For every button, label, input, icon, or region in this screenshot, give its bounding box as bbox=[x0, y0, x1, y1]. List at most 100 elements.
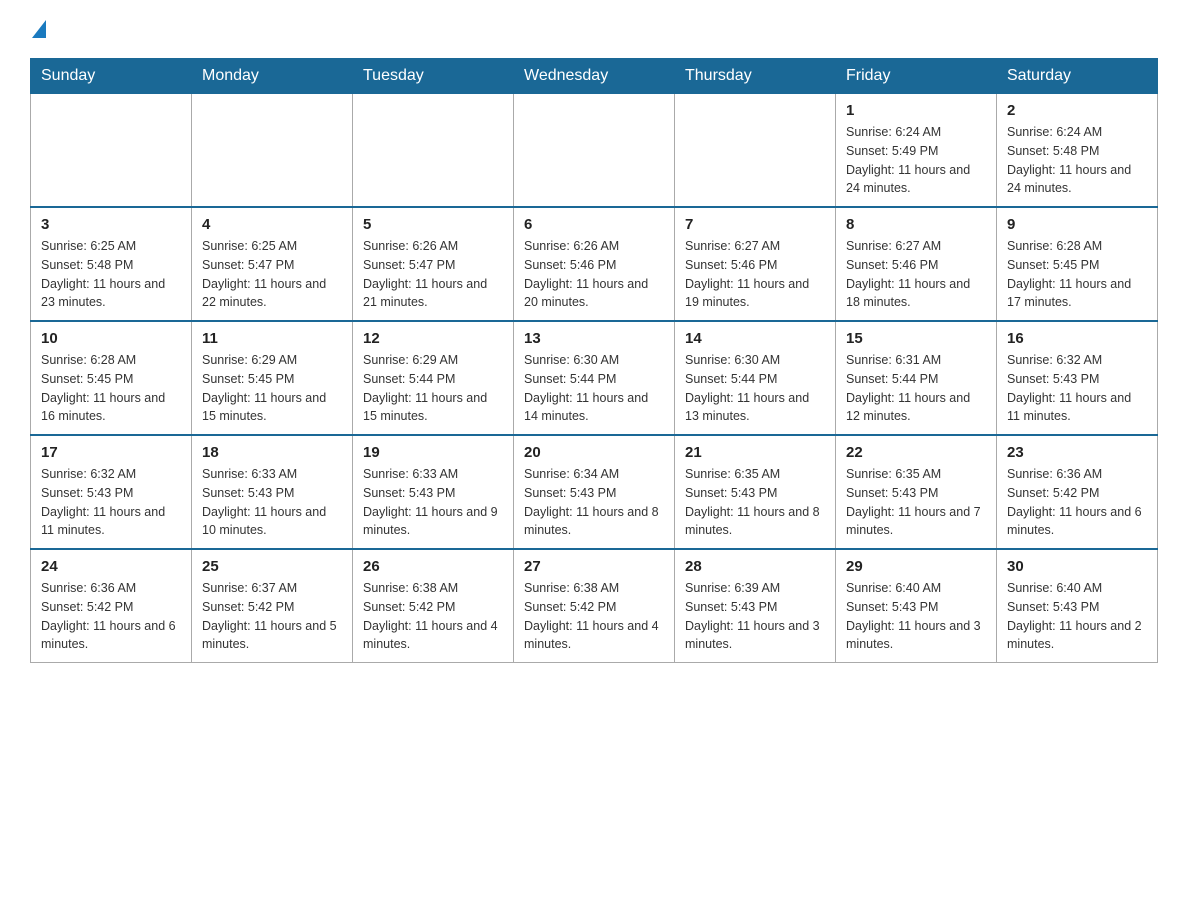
calendar-cell: 25 Sunrise: 6:37 AM Sunset: 5:42 PM Dayli… bbox=[192, 549, 353, 663]
day-info: Sunrise: 6:26 AM Sunset: 5:47 PM Dayligh… bbox=[363, 237, 503, 312]
calendar-week-row: 17 Sunrise: 6:32 AM Sunset: 5:43 PM Dayli… bbox=[31, 435, 1158, 549]
day-number: 30 bbox=[1007, 558, 1147, 575]
day-info: Sunrise: 6:40 AM Sunset: 5:43 PM Dayligh… bbox=[1007, 579, 1147, 654]
day-number: 25 bbox=[202, 558, 342, 575]
calendar-cell: 26 Sunrise: 6:38 AM Sunset: 5:42 PM Dayli… bbox=[353, 549, 514, 663]
day-info: Sunrise: 6:28 AM Sunset: 5:45 PM Dayligh… bbox=[41, 351, 181, 426]
day-number: 28 bbox=[685, 558, 825, 575]
day-info: Sunrise: 6:29 AM Sunset: 5:44 PM Dayligh… bbox=[363, 351, 503, 426]
day-info: Sunrise: 6:35 AM Sunset: 5:43 PM Dayligh… bbox=[846, 465, 986, 540]
calendar-cell: 17 Sunrise: 6:32 AM Sunset: 5:43 PM Dayli… bbox=[31, 435, 192, 549]
day-info: Sunrise: 6:31 AM Sunset: 5:44 PM Dayligh… bbox=[846, 351, 986, 426]
day-number: 20 bbox=[524, 444, 664, 461]
day-number: 9 bbox=[1007, 216, 1147, 233]
day-info: Sunrise: 6:24 AM Sunset: 5:48 PM Dayligh… bbox=[1007, 123, 1147, 198]
calendar-header-monday: Monday bbox=[192, 59, 353, 94]
day-number: 6 bbox=[524, 216, 664, 233]
logo bbox=[30, 20, 48, 38]
calendar-cell: 8 Sunrise: 6:27 AM Sunset: 5:46 PM Daylig… bbox=[836, 207, 997, 321]
calendar-cell: 22 Sunrise: 6:35 AM Sunset: 5:43 PM Dayli… bbox=[836, 435, 997, 549]
day-info: Sunrise: 6:27 AM Sunset: 5:46 PM Dayligh… bbox=[685, 237, 825, 312]
calendar-cell bbox=[31, 94, 192, 208]
day-info: Sunrise: 6:37 AM Sunset: 5:42 PM Dayligh… bbox=[202, 579, 342, 654]
day-number: 1 bbox=[846, 102, 986, 119]
day-info: Sunrise: 6:38 AM Sunset: 5:42 PM Dayligh… bbox=[363, 579, 503, 654]
logo-text bbox=[30, 20, 48, 38]
calendar-cell: 10 Sunrise: 6:28 AM Sunset: 5:45 PM Dayli… bbox=[31, 321, 192, 435]
day-info: Sunrise: 6:34 AM Sunset: 5:43 PM Dayligh… bbox=[524, 465, 664, 540]
calendar-cell: 28 Sunrise: 6:39 AM Sunset: 5:43 PM Dayli… bbox=[675, 549, 836, 663]
calendar-cell: 11Sunrise: 6:29 AM Sunset: 5:45 PM Dayli… bbox=[192, 321, 353, 435]
calendar-cell: 6 Sunrise: 6:26 AM Sunset: 5:46 PM Daylig… bbox=[514, 207, 675, 321]
day-number: 18 bbox=[202, 444, 342, 461]
logo-triangle-icon bbox=[32, 20, 46, 38]
day-number: 15 bbox=[846, 330, 986, 347]
calendar-cell: 27 Sunrise: 6:38 AM Sunset: 5:42 PM Dayli… bbox=[514, 549, 675, 663]
page-header bbox=[30, 20, 1158, 38]
calendar-cell: 16 Sunrise: 6:32 AM Sunset: 5:43 PM Dayli… bbox=[997, 321, 1158, 435]
day-info: Sunrise: 6:33 AM Sunset: 5:43 PM Dayligh… bbox=[363, 465, 503, 540]
calendar-cell bbox=[675, 94, 836, 208]
day-info: Sunrise: 6:35 AM Sunset: 5:43 PM Dayligh… bbox=[685, 465, 825, 540]
day-info: Sunrise: 6:32 AM Sunset: 5:43 PM Dayligh… bbox=[1007, 351, 1147, 426]
day-number: 12 bbox=[363, 330, 503, 347]
calendar-cell bbox=[353, 94, 514, 208]
calendar-cell: 3 Sunrise: 6:25 AM Sunset: 5:48 PM Daylig… bbox=[31, 207, 192, 321]
day-info: Sunrise: 6:25 AM Sunset: 5:47 PM Dayligh… bbox=[202, 237, 342, 312]
day-info: Sunrise: 6:27 AM Sunset: 5:46 PM Dayligh… bbox=[846, 237, 986, 312]
day-number: 23 bbox=[1007, 444, 1147, 461]
calendar-cell: 19 Sunrise: 6:33 AM Sunset: 5:43 PM Dayli… bbox=[353, 435, 514, 549]
day-number: 27 bbox=[524, 558, 664, 575]
calendar-cell: 13Sunrise: 6:30 AM Sunset: 5:44 PM Dayli… bbox=[514, 321, 675, 435]
day-number: 14 bbox=[685, 330, 825, 347]
calendar-cell: 15 Sunrise: 6:31 AM Sunset: 5:44 PM Dayli… bbox=[836, 321, 997, 435]
calendar-week-row: 10 Sunrise: 6:28 AM Sunset: 5:45 PM Dayli… bbox=[31, 321, 1158, 435]
calendar-week-row: 1 Sunrise: 6:24 AM Sunset: 5:49 PM Daylig… bbox=[31, 94, 1158, 208]
day-number: 16 bbox=[1007, 330, 1147, 347]
calendar-cell: 9 Sunrise: 6:28 AM Sunset: 5:45 PM Daylig… bbox=[997, 207, 1158, 321]
day-info: Sunrise: 6:26 AM Sunset: 5:46 PM Dayligh… bbox=[524, 237, 664, 312]
calendar-header-thursday: Thursday bbox=[675, 59, 836, 94]
day-number: 7 bbox=[685, 216, 825, 233]
calendar-cell bbox=[514, 94, 675, 208]
day-info: Sunrise: 6:38 AM Sunset: 5:42 PM Dayligh… bbox=[524, 579, 664, 654]
calendar-cell: 21Sunrise: 6:35 AM Sunset: 5:43 PM Dayli… bbox=[675, 435, 836, 549]
calendar-cell: 18Sunrise: 6:33 AM Sunset: 5:43 PM Dayli… bbox=[192, 435, 353, 549]
calendar-cell: 2 Sunrise: 6:24 AM Sunset: 5:48 PM Daylig… bbox=[997, 94, 1158, 208]
calendar-cell bbox=[192, 94, 353, 208]
calendar-header-saturday: Saturday bbox=[997, 59, 1158, 94]
day-info: Sunrise: 6:32 AM Sunset: 5:43 PM Dayligh… bbox=[41, 465, 181, 540]
day-number: 29 bbox=[846, 558, 986, 575]
calendar-cell: 14Sunrise: 6:30 AM Sunset: 5:44 PM Dayli… bbox=[675, 321, 836, 435]
day-info: Sunrise: 6:36 AM Sunset: 5:42 PM Dayligh… bbox=[41, 579, 181, 654]
day-number: 17 bbox=[41, 444, 181, 461]
calendar-cell: 1 Sunrise: 6:24 AM Sunset: 5:49 PM Daylig… bbox=[836, 94, 997, 208]
day-number: 19 bbox=[363, 444, 503, 461]
calendar-cell: 20 Sunrise: 6:34 AM Sunset: 5:43 PM Dayli… bbox=[514, 435, 675, 549]
calendar-cell: 4Sunrise: 6:25 AM Sunset: 5:47 PM Daylig… bbox=[192, 207, 353, 321]
day-info: Sunrise: 6:28 AM Sunset: 5:45 PM Dayligh… bbox=[1007, 237, 1147, 312]
calendar-week-row: 24Sunrise: 6:36 AM Sunset: 5:42 PM Dayli… bbox=[31, 549, 1158, 663]
calendar-header-wednesday: Wednesday bbox=[514, 59, 675, 94]
calendar-week-row: 3 Sunrise: 6:25 AM Sunset: 5:48 PM Daylig… bbox=[31, 207, 1158, 321]
day-number: 11 bbox=[202, 330, 342, 347]
calendar-header-row: SundayMondayTuesdayWednesdayThursdayFrid… bbox=[31, 59, 1158, 94]
day-info: Sunrise: 6:36 AM Sunset: 5:42 PM Dayligh… bbox=[1007, 465, 1147, 540]
day-number: 22 bbox=[846, 444, 986, 461]
day-number: 3 bbox=[41, 216, 181, 233]
day-info: Sunrise: 6:25 AM Sunset: 5:48 PM Dayligh… bbox=[41, 237, 181, 312]
calendar-table: SundayMondayTuesdayWednesdayThursdayFrid… bbox=[30, 58, 1158, 663]
day-number: 2 bbox=[1007, 102, 1147, 119]
day-number: 26 bbox=[363, 558, 503, 575]
day-number: 10 bbox=[41, 330, 181, 347]
day-info: Sunrise: 6:24 AM Sunset: 5:49 PM Dayligh… bbox=[846, 123, 986, 198]
calendar-header-tuesday: Tuesday bbox=[353, 59, 514, 94]
day-number: 8 bbox=[846, 216, 986, 233]
calendar-cell: 23 Sunrise: 6:36 AM Sunset: 5:42 PM Dayli… bbox=[997, 435, 1158, 549]
day-info: Sunrise: 6:40 AM Sunset: 5:43 PM Dayligh… bbox=[846, 579, 986, 654]
calendar-cell: 5Sunrise: 6:26 AM Sunset: 5:47 PM Daylig… bbox=[353, 207, 514, 321]
calendar-cell: 12 Sunrise: 6:29 AM Sunset: 5:44 PM Dayli… bbox=[353, 321, 514, 435]
calendar-cell: 29 Sunrise: 6:40 AM Sunset: 5:43 PM Dayli… bbox=[836, 549, 997, 663]
day-info: Sunrise: 6:39 AM Sunset: 5:43 PM Dayligh… bbox=[685, 579, 825, 654]
day-info: Sunrise: 6:30 AM Sunset: 5:44 PM Dayligh… bbox=[524, 351, 664, 426]
